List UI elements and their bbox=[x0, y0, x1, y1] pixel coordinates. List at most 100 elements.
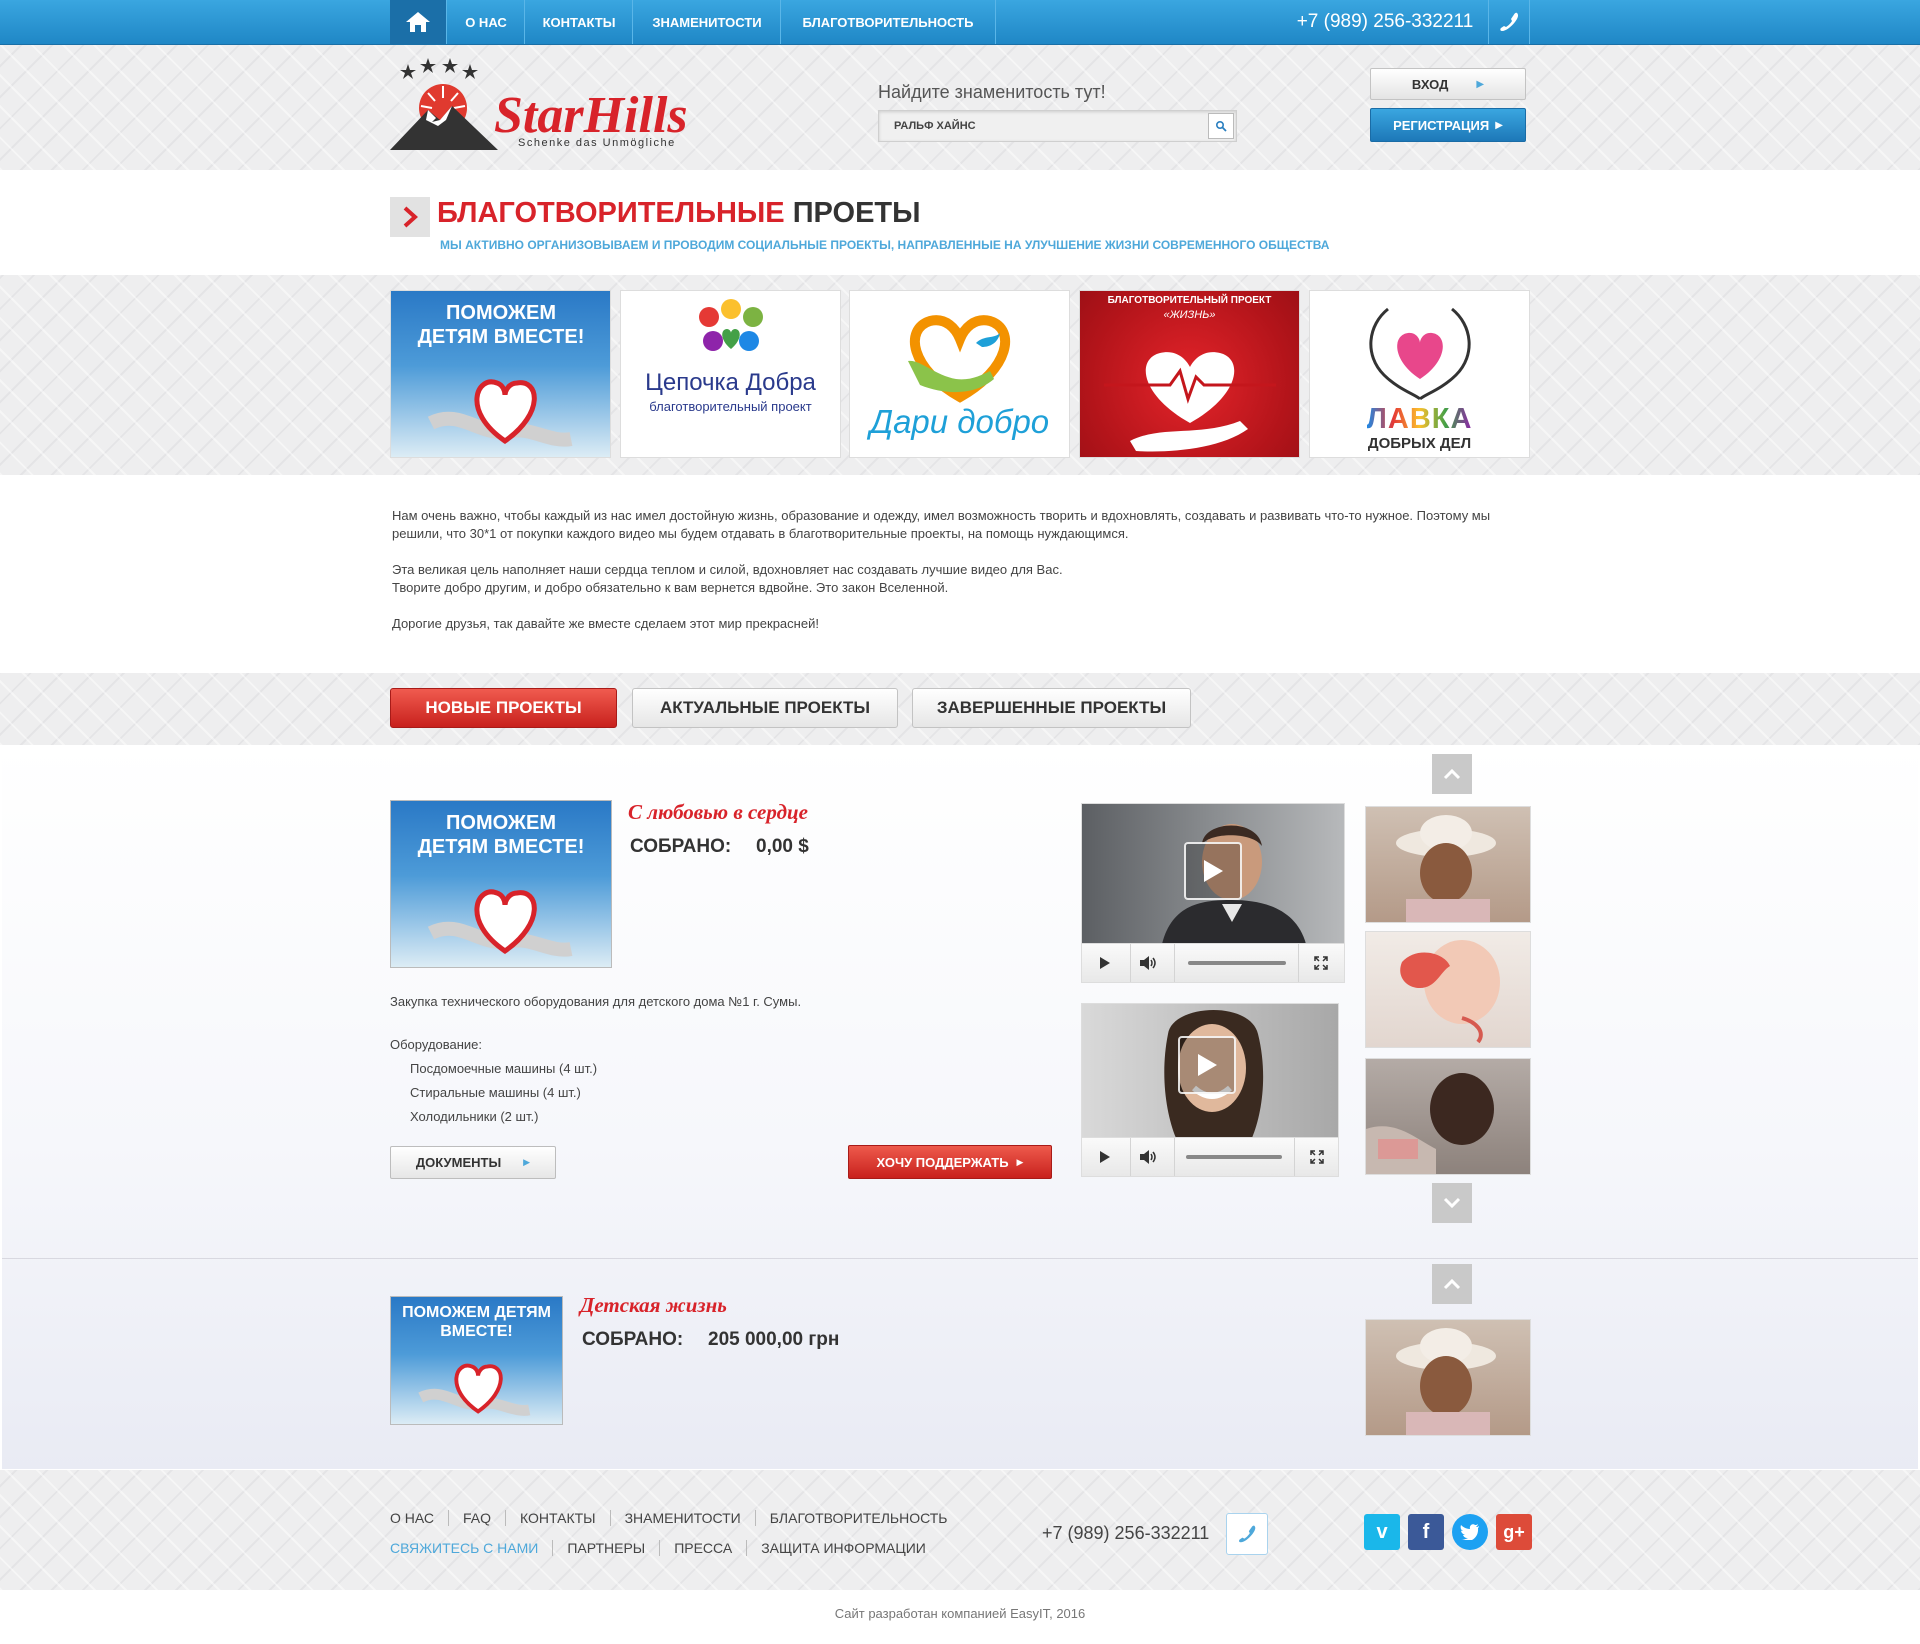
project2-image[interactable]: ПОМОЖЕМ ДЕТЯМ ВМЕСТЕ! bbox=[390, 1296, 563, 1425]
project-logo-pomozhem[interactable]: ПОМОЖЕМ ДЕТЯМ ВМЕСТЕ! bbox=[390, 290, 611, 458]
tab-new-projects[interactable]: НОВЫЕ ПРОЕКТЫ bbox=[390, 688, 617, 728]
project2-image-text: ПОМОЖЕМ ДЕТЯМ ВМЕСТЕ! bbox=[402, 1304, 551, 1340]
play-icon[interactable] bbox=[1100, 1151, 1110, 1163]
video-2-play-overlay[interactable] bbox=[1178, 1036, 1236, 1094]
footer-link-contacts[interactable]: КОНТАКТЫ bbox=[520, 1510, 596, 1526]
footer-link-privacy[interactable]: ЗАЩИТА ИНФОРМАЦИИ bbox=[761, 1540, 926, 1556]
twitter-icon[interactable] bbox=[1452, 1514, 1488, 1550]
project-logo-cepochka[interactable]: Цепочка Добра благотворительный проект bbox=[620, 290, 841, 458]
nav-item-charity[interactable]: БЛАГОТВОРИТЕЛЬНОСТЬ bbox=[780, 0, 996, 44]
gallery-scroll-up-button[interactable] bbox=[1432, 1264, 1472, 1304]
tab-completed-projects[interactable]: ЗАВЕРШЕННЫЕ ПРОЕКТЫ bbox=[912, 688, 1191, 728]
nav-phone-number: +7 (989) 256-332211 bbox=[1296, 11, 1474, 32]
page-title-dark: ПРОЕТЫ bbox=[792, 197, 921, 229]
header-background bbox=[0, 45, 1920, 170]
project1-equipment-item: Стиральные машины (4 шт.) bbox=[410, 1085, 581, 1100]
title-arrow-icon bbox=[390, 197, 430, 237]
footer-link-contact-us[interactable]: СВЯЖИТЕСЬ С НАМИ bbox=[390, 1540, 538, 1556]
footer-links-row-2: СВЯЖИТЕСЬ С НАМИ ПАРТНЕРЫ ПРЕССА ЗАЩИТА … bbox=[390, 1540, 926, 1556]
chevron-right-icon: ▶ bbox=[1495, 119, 1503, 131]
login-button[interactable]: ВХОД ▶ bbox=[1370, 68, 1526, 100]
google-plus-icon[interactable]: g+ bbox=[1496, 1514, 1532, 1550]
video-2-progress-bar[interactable] bbox=[1186, 1155, 1282, 1159]
video-player-2[interactable] bbox=[1081, 1003, 1339, 1177]
project-logo-lavka[interactable]: ЛАВКА ДОБРЫХ ДЕЛ bbox=[1309, 290, 1530, 458]
intro-paragraph-2b: Творите добро другим, и добро обязательн… bbox=[392, 580, 949, 595]
fullscreen-icon[interactable] bbox=[1310, 1150, 1324, 1164]
documents-label: ДОКУМЕНТЫ bbox=[415, 1155, 502, 1170]
project1-equipment-item: Холодильники (2 шт.) bbox=[410, 1109, 539, 1124]
project-logo-dari-dobro[interactable]: Дари добро bbox=[849, 290, 1070, 458]
chevron-down-icon bbox=[1443, 1197, 1461, 1209]
child-photo-2 bbox=[1400, 940, 1500, 1044]
intro-paragraph-2a: Эта великая цель наполняет наши сердца т… bbox=[392, 562, 1063, 577]
footer-link-press[interactable]: ПРЕССА bbox=[674, 1540, 732, 1556]
footer-link-celebrities[interactable]: ЗНАМЕНИТОСТИ bbox=[625, 1510, 741, 1526]
project-logo-lavka-title-text: ЛАВКА bbox=[1366, 403, 1473, 435]
documents-button[interactable]: ДОКУМЕНТЫ ▶ bbox=[390, 1146, 556, 1179]
footer-link-charity[interactable]: БЛАГОТВОРИТЕЛЬНОСТЬ bbox=[770, 1510, 948, 1526]
heart-hands-icon bbox=[1369, 307, 1471, 401]
search-button[interactable] bbox=[1208, 113, 1234, 139]
register-button[interactable]: РЕГИСТРАЦИЯ ▶ bbox=[1370, 108, 1526, 142]
footer-separator bbox=[754, 1510, 756, 1526]
project1-title[interactable]: С любовью в сердце bbox=[628, 800, 808, 825]
project-logo-zhizn[interactable]: БЛАГОТВОРИТЕЛЬНЫЙ ПРОЕКТ «ЖИЗНЬ» bbox=[1079, 290, 1300, 458]
project2-title[interactable]: Детская жизнь bbox=[580, 1293, 727, 1318]
search-icon bbox=[1215, 120, 1227, 132]
footer-phone-button[interactable] bbox=[1226, 1513, 1268, 1555]
gallery-scroll-down-button[interactable] bbox=[1432, 1183, 1472, 1223]
gallery-thumbnail[interactable] bbox=[1365, 1319, 1531, 1436]
facebook-icon[interactable]: f bbox=[1408, 1514, 1444, 1550]
tab-current-projects[interactable]: АКТУАЛЬНЫЕ ПРОЕКТЫ bbox=[632, 688, 898, 728]
footer-separator bbox=[659, 1540, 661, 1556]
search-label: Найдите знаменитость тут! bbox=[878, 82, 1106, 102]
volume-icon[interactable] bbox=[1140, 956, 1158, 970]
nav-item-celebrities[interactable]: ЗНАМЕНИТОСТИ bbox=[632, 0, 781, 44]
fullscreen-icon[interactable] bbox=[1314, 956, 1328, 970]
page-subtitle: МЫ АКТИВНО ОРГАНИЗОВЫВАЕМ И ПРОВОДИМ СОЦ… bbox=[440, 238, 1330, 252]
video-1-play-overlay[interactable] bbox=[1184, 842, 1242, 900]
support-button[interactable]: ХОЧУ ПОДДЕРЖАТЬ ▶ bbox=[848, 1145, 1052, 1179]
search-input-value[interactable]: РАЛЬФ ХАЙНС bbox=[894, 120, 976, 132]
nav-item-about[interactable]: О НАС bbox=[446, 0, 525, 44]
nav-item-contacts[interactable]: КОНТАКТЫ bbox=[524, 0, 633, 44]
nav-home-button[interactable] bbox=[390, 0, 446, 44]
project2-collected-value: 205 000,00 грн bbox=[708, 1329, 840, 1350]
projects-area bbox=[2, 745, 1918, 1469]
footer-link-faq[interactable]: FAQ bbox=[463, 1510, 491, 1526]
gallery-thumbnail[interactable] bbox=[1365, 1058, 1531, 1175]
gallery-scroll-up-button[interactable] bbox=[1432, 754, 1472, 794]
gallery-thumbnail[interactable] bbox=[1365, 931, 1531, 1048]
volume-icon[interactable] bbox=[1140, 1150, 1158, 1164]
child-photo-1 bbox=[1396, 815, 1496, 922]
chevron-right-icon: ▶ bbox=[1476, 78, 1485, 90]
play-icon[interactable] bbox=[1100, 957, 1110, 969]
nav-phone-button[interactable] bbox=[1488, 0, 1530, 44]
project-logo-lavka-title: ЛАВКА bbox=[1310, 403, 1529, 436]
logo[interactable] bbox=[388, 58, 508, 159]
project1-image-text: ПОМОЖЕМ ДЕТЯМ ВМЕСТЕ! bbox=[417, 812, 585, 858]
footer-link-partners[interactable]: ПАРТНЕРЫ bbox=[567, 1540, 645, 1556]
project1-equipment-item: Посдомоечные машины (4 шт.) bbox=[410, 1061, 598, 1076]
project-logo-dari-text: Дари добро bbox=[869, 403, 1050, 440]
footer-separator bbox=[448, 1510, 450, 1526]
project1-description: Закупка технического оборудования для де… bbox=[390, 994, 802, 1009]
support-label: ХОЧУ ПОДДЕРЖАТЬ bbox=[876, 1154, 1009, 1170]
footer-link-about[interactable]: О НАС bbox=[390, 1510, 434, 1526]
project1-collected-label: СОБРАНО: bbox=[630, 836, 732, 857]
project-logo-zhizn-subtitle: «ЖИЗНЬ» bbox=[1163, 309, 1216, 321]
vimeo-icon[interactable]: v bbox=[1364, 1514, 1400, 1550]
video-2-controls bbox=[1082, 1137, 1338, 1176]
video-1-progress-bar[interactable] bbox=[1188, 961, 1286, 965]
project1-image[interactable]: ПОМОЖЕМ ДЕТЯМ ВМЕСТЕ! bbox=[390, 800, 612, 968]
heart-pulse-icon bbox=[1104, 352, 1276, 452]
child-photo-3 bbox=[1366, 1073, 1494, 1174]
gallery-thumbnail[interactable] bbox=[1365, 806, 1531, 923]
heart-icon bbox=[427, 889, 573, 957]
footer-separator bbox=[609, 1510, 611, 1526]
video-player-1[interactable] bbox=[1081, 803, 1345, 983]
footer-separator bbox=[746, 1540, 748, 1556]
play-icon bbox=[1204, 860, 1223, 882]
project1-equipment-label: Оборудование: bbox=[390, 1037, 483, 1052]
